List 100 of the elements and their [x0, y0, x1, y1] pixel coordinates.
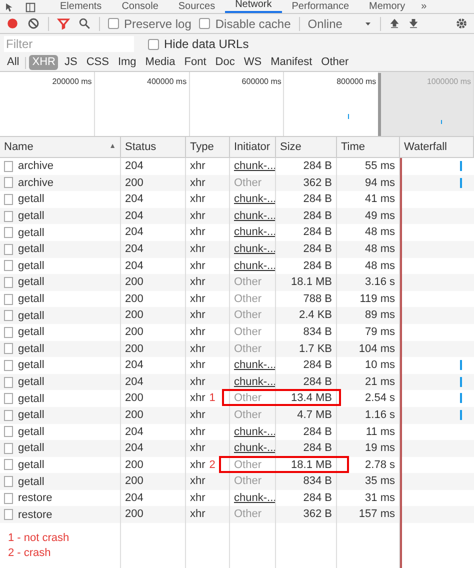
request-name: getall — [18, 275, 44, 290]
settings-icon[interactable] — [455, 17, 468, 30]
initiator-cell: Other — [234, 276, 262, 288]
initiator-link[interactable]: chunk-... — [234, 210, 275, 222]
initiator-link[interactable]: chunk-... — [234, 226, 275, 238]
type-filter-chip[interactable]: CSS — [83, 55, 112, 70]
request-row[interactable]: getall 200 xhr Other 18.1 MB 3.16 s — [0, 274, 474, 291]
clear-icon[interactable] — [27, 17, 40, 30]
type-cell-text: xhr — [190, 308, 206, 324]
request-name: archive — [18, 176, 54, 191]
file-icon — [4, 360, 13, 371]
request-row[interactable]: getall 204 xhr chunk-... 284 B 11 ms — [0, 424, 474, 440]
initiator-link[interactable]: chunk-... — [234, 260, 275, 272]
type-filter-chip[interactable]: Media — [142, 55, 178, 70]
type-filter-chip[interactable]: WS — [240, 55, 265, 70]
search-icon[interactable] — [78, 17, 91, 30]
request-row[interactable]: getall 200 xhr Other 2.4 KB 89 ms — [0, 307, 474, 324]
initiator-cell: Other — [234, 176, 262, 189]
download-icon[interactable] — [408, 18, 419, 29]
panel-tab[interactable]: Performance — [282, 1, 360, 13]
request-row[interactable]: archive 200 xhr Other 362 B 94 ms — [0, 174, 474, 192]
request-row[interactable]: getall 204 xhr chunk-... 284 B 48 ms — [0, 258, 474, 274]
request-row[interactable]: getall 200 xhr 2 Other 18.1 MB 2.78 s — [0, 456, 474, 474]
type-filter-chip[interactable]: JS — [61, 55, 80, 70]
size-cell: 284 B — [276, 374, 337, 390]
initiator-cell: Other — [234, 292, 262, 305]
checkbox[interactable] — [148, 38, 159, 50]
initiator-link[interactable]: chunk-... — [234, 193, 275, 206]
request-row[interactable]: getall 204 xhr chunk-... 284 B 49 ms — [0, 208, 474, 224]
column-header[interactable]: Initiator — [230, 137, 276, 157]
initiator-link[interactable]: chunk-... — [234, 242, 275, 255]
panel-tab[interactable]: Console — [112, 1, 168, 13]
type-cell-text: xhr — [190, 258, 206, 274]
request-row[interactable]: getall 200 xhr Other 1.7 KB 104 ms — [0, 340, 474, 358]
inspect-icon[interactable] — [4, 2, 15, 13]
panel-tab[interactable]: Sources — [168, 1, 226, 13]
filter-icon[interactable] — [57, 17, 70, 30]
request-row[interactable]: getall 204 xhr chunk-... 284 B 21 ms — [0, 374, 474, 390]
request-name: getall — [18, 258, 44, 274]
type-filter-chip[interactable]: All — [4, 55, 22, 70]
size-cell: 362 B — [276, 506, 337, 524]
request-row[interactable]: restore 204 xhr chunk-... 284 B 31 ms — [0, 490, 474, 506]
column-header[interactable]: Status — [121, 137, 186, 157]
initiator-cell: Other — [234, 326, 262, 338]
timeline-tick-label: 400000 ms — [147, 76, 187, 88]
type-filter-chip[interactable]: Img — [114, 55, 140, 70]
initiator-link[interactable]: chunk-... — [234, 160, 275, 172]
caret-icon[interactable] — [364, 20, 372, 28]
record-button[interactable] — [6, 17, 19, 30]
filter-field[interactable]: Filter — [4, 36, 134, 52]
type-cell-text: xhr — [190, 374, 206, 390]
request-row[interactable]: getall 200 xhr Other 788 B 119 ms — [0, 290, 474, 308]
panel-tab[interactable]: Elements — [50, 1, 112, 13]
checkbox[interactable] — [199, 18, 210, 29]
column-header[interactable]: Type — [186, 137, 230, 157]
type-filter-chip[interactable]: Manifest — [268, 55, 316, 70]
more-tabs-icon[interactable]: » — [415, 1, 433, 13]
request-name: getall — [18, 325, 44, 340]
file-icon — [4, 476, 13, 488]
type-cell-text: xhr — [190, 324, 206, 340]
request-name: getall — [18, 209, 44, 224]
request-name: getall — [18, 292, 44, 308]
type-cell-text: xhr — [190, 176, 206, 191]
initiator-link[interactable]: chunk-... — [234, 426, 275, 438]
column-header[interactable]: Time — [337, 137, 400, 157]
request-row[interactable]: restore 200 xhr Other 362 B 157 ms — [0, 506, 474, 524]
column-header[interactable]: Size — [276, 137, 337, 157]
initiator-cell: Other — [234, 458, 262, 471]
file-icon — [4, 227, 13, 238]
file-icon — [4, 343, 13, 354]
checkbox-label: Hide data URLs — [164, 36, 249, 53]
request-name: getall — [18, 242, 44, 258]
type-cell-text: xhr — [190, 358, 206, 374]
checkbox[interactable] — [108, 18, 119, 29]
request-name: getall — [18, 375, 44, 390]
request-name: getall — [18, 308, 44, 324]
upload-icon[interactable] — [388, 18, 400, 29]
column-header[interactable]: Waterfall — [400, 137, 474, 157]
throttling-dropdown[interactable]: Online — [308, 14, 372, 32]
annotation-number: 2 — [209, 458, 216, 473]
request-row[interactable]: getall 200 xhr Other 834 B 35 ms — [0, 473, 474, 490]
type-filter-chip[interactable]: Doc — [212, 55, 238, 70]
request-row[interactable]: getall 200 xhr Other 4.7 MB 1.16 s — [0, 406, 474, 424]
initiator-link[interactable]: chunk-... — [234, 442, 275, 454]
device-icon[interactable] — [25, 2, 36, 13]
file-icon — [4, 260, 13, 272]
type-filter-chip[interactable]: Other — [318, 55, 352, 70]
checkbox-label: Disable cache — [215, 16, 291, 32]
request-row[interactable]: getall 204 xhr chunk-... 284 B 19 ms — [0, 440, 474, 457]
initiator-cell: Other — [234, 392, 262, 404]
request-name: getall — [18, 458, 44, 473]
initiator-link[interactable]: chunk-... — [234, 376, 275, 388]
request-row[interactable]: getall 204 xhr chunk-... 284 B 48 ms — [0, 240, 474, 258]
initiator-link[interactable]: chunk-... — [234, 359, 275, 372]
type-filter-chip[interactable]: Font — [181, 55, 210, 70]
range-handle[interactable] — [378, 73, 381, 136]
time-cell: 157 ms — [337, 506, 400, 524]
file-icon — [4, 410, 13, 421]
panel-tab[interactable]: Memory — [359, 1, 416, 13]
initiator-link[interactable]: chunk-... — [234, 492, 275, 504]
